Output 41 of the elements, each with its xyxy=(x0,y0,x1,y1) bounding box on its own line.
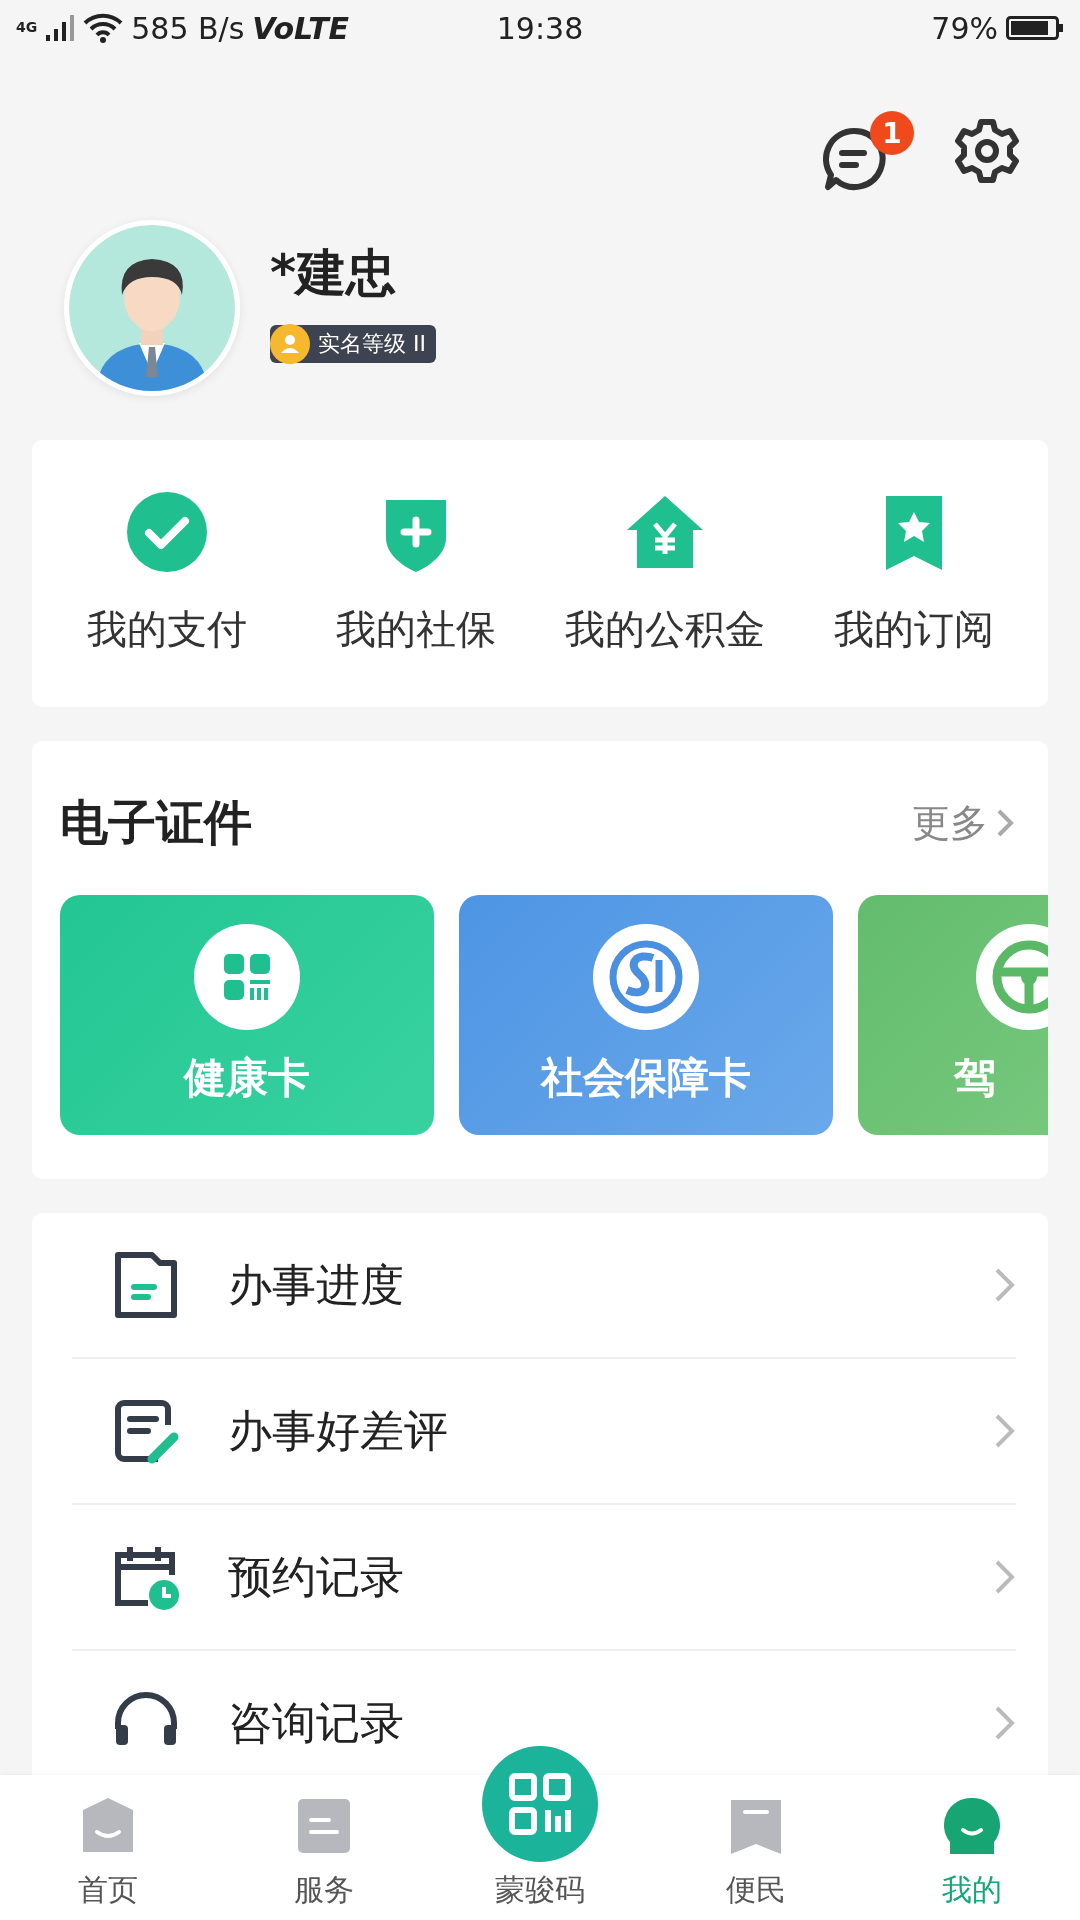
shortcut-button[interactable]: 我的支付 xyxy=(42,490,291,657)
chevron-icon xyxy=(994,1413,1016,1449)
nav-tab[interactable]: 首页 xyxy=(0,1775,216,1920)
nav-tab[interactable]: 服务 xyxy=(216,1775,432,1920)
checkmark-icon xyxy=(124,490,209,574)
network-type: 4G xyxy=(16,18,38,35)
wifi-icon xyxy=(83,13,124,43)
volte-indicator: VoLTE xyxy=(252,10,350,46)
chat-icon xyxy=(822,127,886,191)
document-icon xyxy=(295,1796,353,1856)
section-title: 电子证件 xyxy=(60,793,252,852)
menu-item[interactable]: 办事好差评 xyxy=(72,1359,1016,1505)
nav-tab[interactable]: 蒙骏码 xyxy=(432,1745,648,1920)
settings-icon[interactable] xyxy=(954,118,1020,184)
more-link[interactable]: 更多 xyxy=(906,796,1020,850)
verification-badge: 实名等级 II xyxy=(270,325,436,363)
menu-item[interactable]: 预约记录 xyxy=(72,1505,1016,1651)
battery-icon xyxy=(1006,14,1064,42)
nav-tab[interactable]: 便民 xyxy=(648,1775,864,1920)
user-name: *建忠 xyxy=(270,243,398,304)
chevron-icon xyxy=(994,1705,1016,1741)
emblem-icon xyxy=(593,924,699,1030)
network-speed: 585 B/s xyxy=(131,10,245,46)
shortcut-button[interactable]: 我的社保 xyxy=(291,490,540,657)
chevron-icon xyxy=(996,808,1014,838)
chevron-icon xyxy=(994,1559,1016,1595)
clock: 19:38 xyxy=(496,10,584,46)
document-pen-icon xyxy=(112,1397,180,1465)
avatar[interactable] xyxy=(64,220,240,396)
shortcut-button[interactable]: 我的订阅 xyxy=(789,490,1038,657)
notification-badge: 1 xyxy=(870,111,914,155)
signal-icon xyxy=(45,13,76,43)
face-icon xyxy=(943,1796,1001,1856)
folder-icon xyxy=(112,1251,180,1319)
chevron-icon xyxy=(994,1267,1016,1303)
battery-percent: 79% xyxy=(931,10,998,46)
shortcut-button[interactable]: 我的公积金 xyxy=(540,490,789,657)
person-icon xyxy=(270,324,310,364)
message-button[interactable]: 1 xyxy=(822,111,914,191)
grid-icon xyxy=(194,924,300,1030)
menu-item[interactable]: 办事进度 xyxy=(72,1213,1016,1359)
